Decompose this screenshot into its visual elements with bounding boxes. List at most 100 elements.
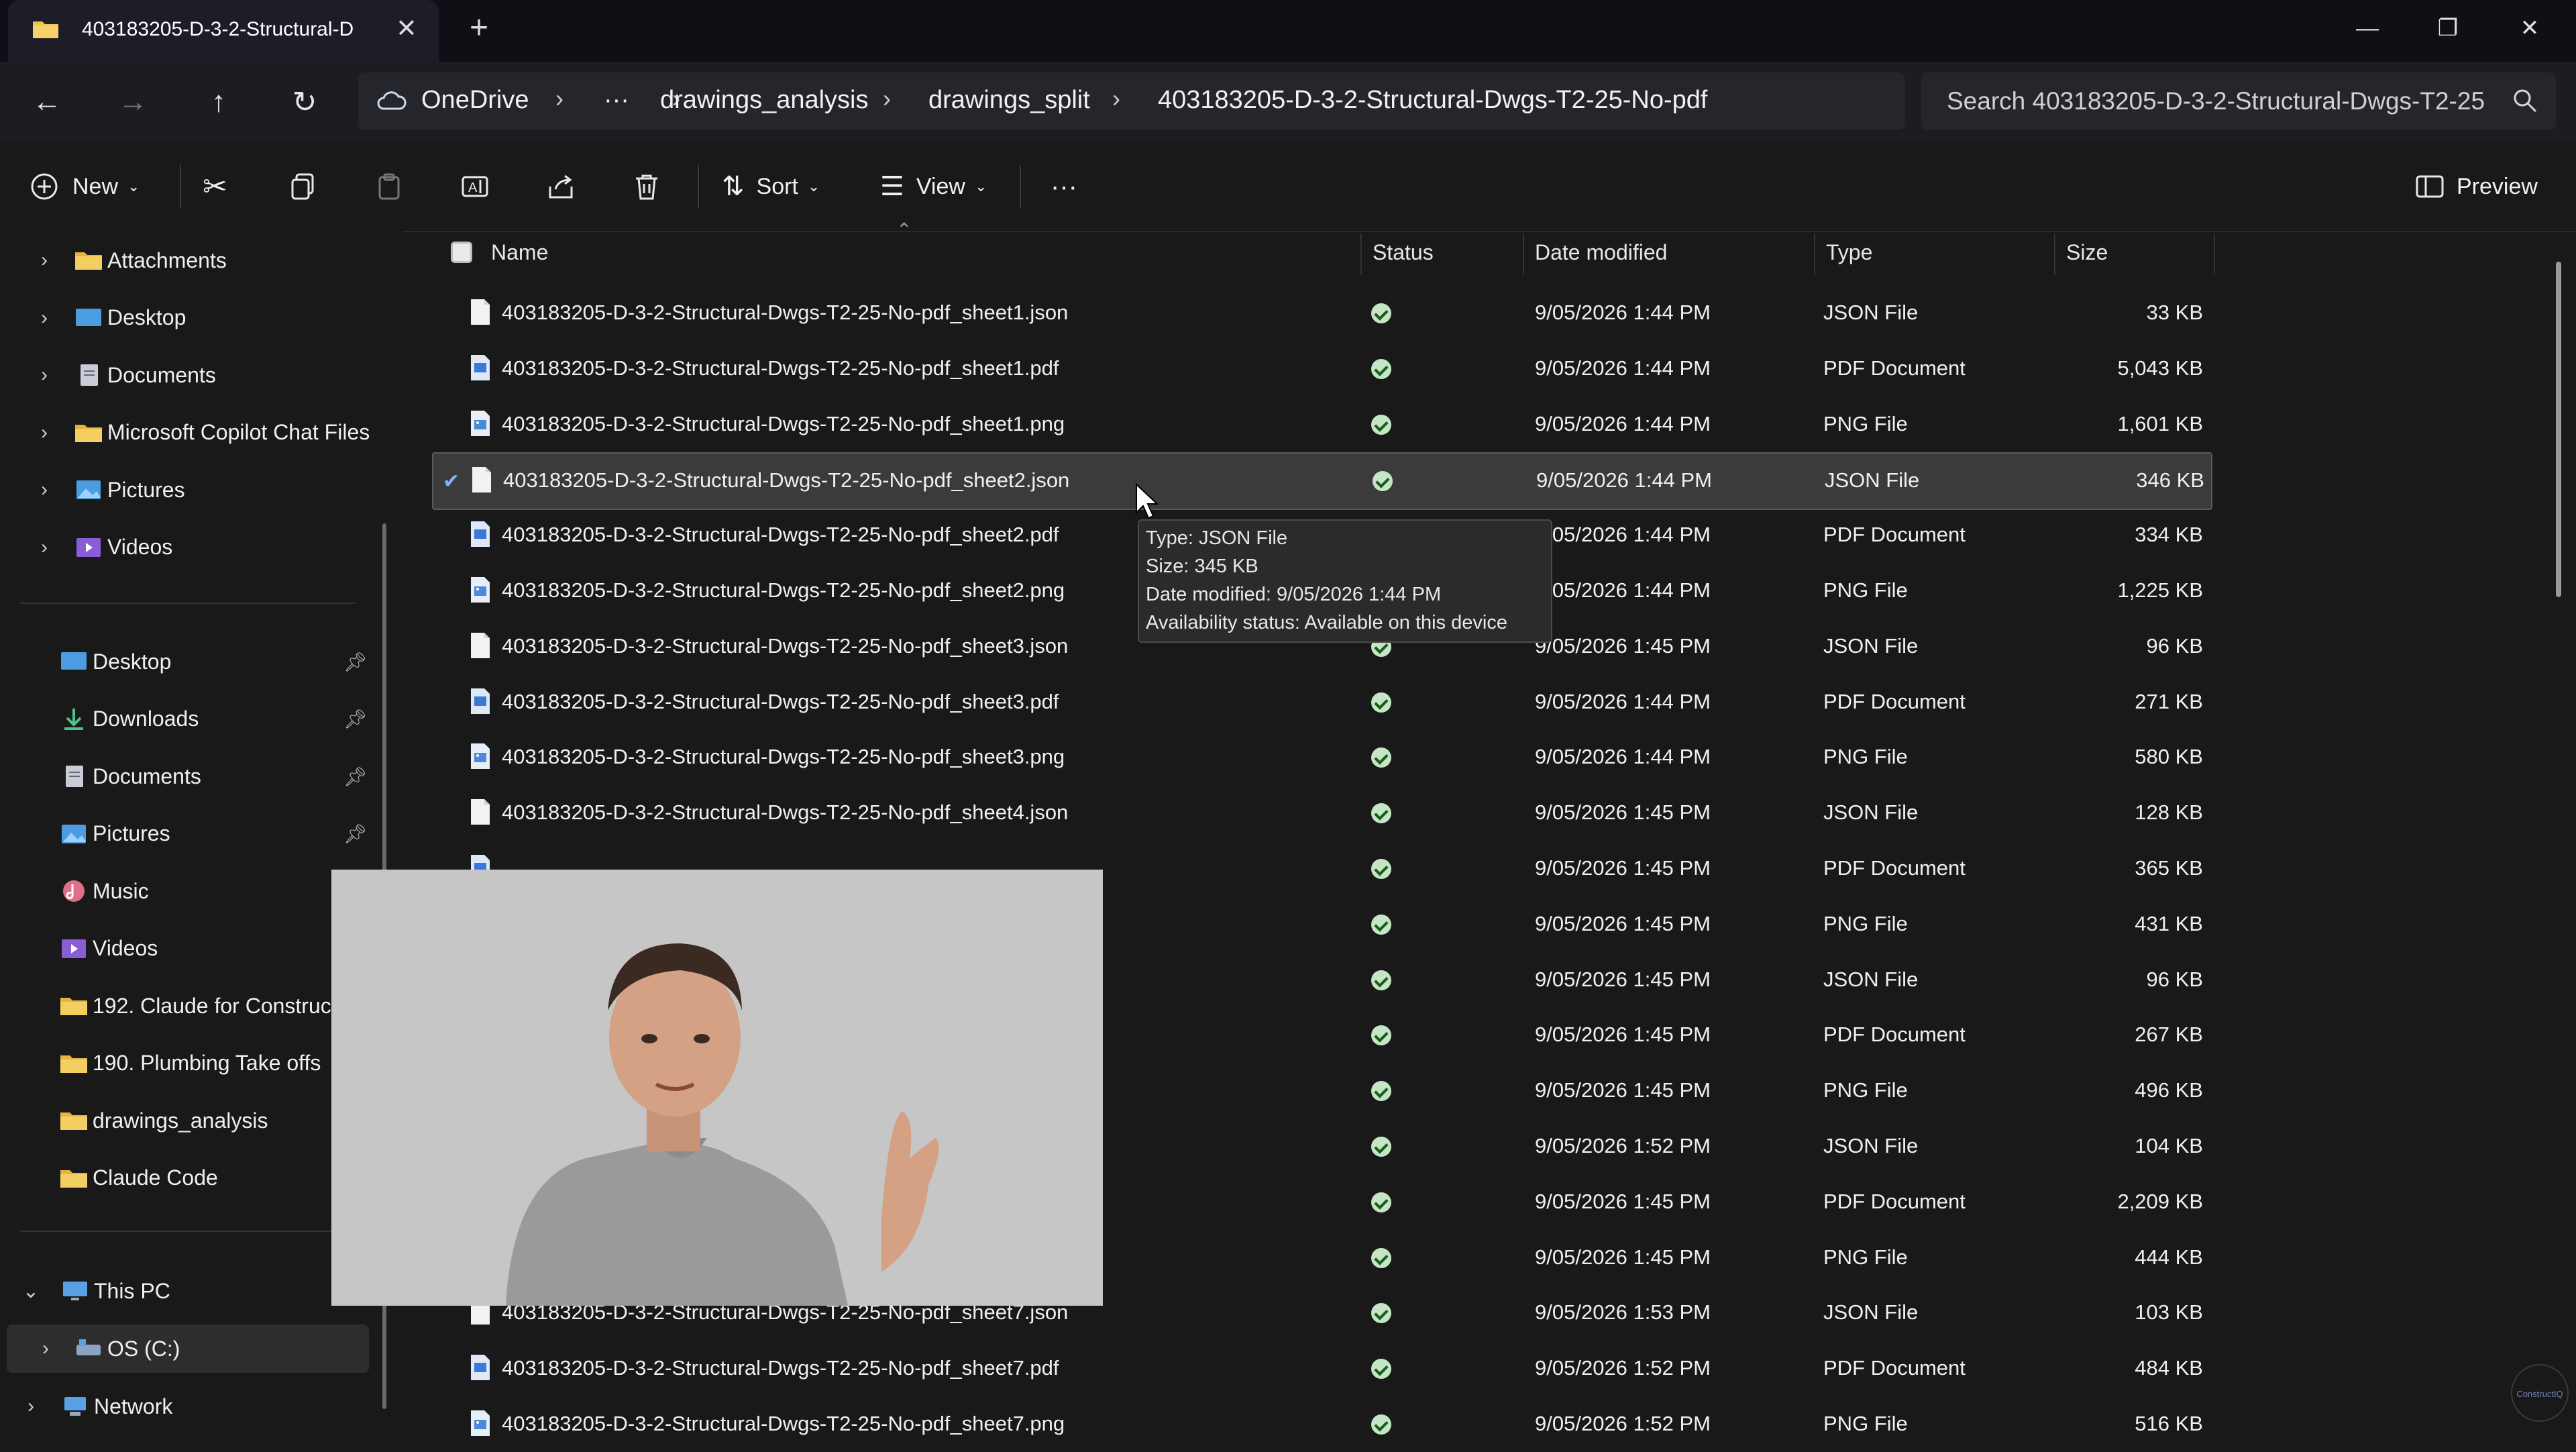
sidebar-item-microsoft-copilot-chat-files[interactable]: › Microsoft Copilot Chat Files <box>0 409 376 457</box>
json-file-icon <box>470 631 491 660</box>
up-button[interactable]: ↑ <box>192 75 246 129</box>
sidebar-item-os-drive[interactable]: › OS (C:) <box>7 1325 369 1373</box>
breadcrumb-overflow[interactable]: ··· <box>604 86 629 115</box>
more-options-button[interactable]: ··· <box>1051 165 1077 208</box>
sort-label: Sort <box>756 173 798 199</box>
sidebar-item-network[interactable]: › Network <box>0 1382 376 1431</box>
file-row[interactable]: 403183205-D-3-2-Structural-Dwgs-T2-25-No… <box>432 342 2210 397</box>
image-file-icon <box>470 576 491 604</box>
file-row[interactable]: 403183205-D-3-2-Structural-Dwgs-T2-25-No… <box>432 1341 2210 1396</box>
status-synced-icon <box>1371 803 1391 824</box>
quick-access-claude-code[interactable]: Claude Code <box>0 1154 376 1202</box>
sidebar-item-documents[interactable]: › Documents <box>0 351 376 399</box>
webcam-overlay <box>331 870 1103 1306</box>
tab-title: 403183205-D-3-2-Structural-D <box>82 18 354 40</box>
file-size: 271 KB <box>2135 689 2203 713</box>
sidebar-item-label: Documents <box>107 362 216 387</box>
chevron-down-icon: ⌄ <box>22 1280 40 1302</box>
rename-button[interactable]: A <box>460 165 490 208</box>
file-list-scrollbar[interactable] <box>2556 262 2561 597</box>
new-button[interactable]: New ⌄ <box>30 165 140 208</box>
back-button[interactable]: ← <box>20 75 74 129</box>
file-type: JSON File <box>1825 468 1920 492</box>
file-type: PDF Document <box>1823 1189 1966 1213</box>
file-type: PNG File <box>1823 1245 1908 1269</box>
sort-button[interactable]: ⇅ Sort ⌄ <box>722 165 820 208</box>
file-size: 484 KB <box>2135 1356 2203 1380</box>
column-header-date-modified[interactable]: Date modified <box>1535 240 1667 265</box>
column-header-status[interactable]: Status <box>1373 240 1434 265</box>
file-row[interactable]: 403183205-D-3-2-Structural-Dwgs-T2-25-No… <box>432 397 2210 452</box>
quick-access-videos[interactable]: Videos <box>0 925 376 973</box>
view-button[interactable]: ☰ View ⌄ <box>880 165 987 208</box>
file-row[interactable]: 403183205-D-3-2-Structural-Dwgs-T2-25-No… <box>432 786 2210 841</box>
copy-button[interactable] <box>288 165 318 208</box>
column-header-type[interactable]: Type <box>1826 240 1872 265</box>
status-synced-icon <box>1371 1025 1391 1046</box>
file-name: 403183205-D-3-2-Structural-Dwgs-T2-25-No… <box>502 633 1069 658</box>
new-tab-button[interactable]: + <box>470 9 488 46</box>
quick-access-downloads[interactable]: Downloads 📌︎ <box>0 695 376 743</box>
quick-access-190-plumbing-take-offs[interactable]: 190. Plumbing Take offs <box>0 1039 376 1088</box>
sidebar-item-attachments[interactable]: › Attachments <box>0 236 376 284</box>
quick-access-label: 192. Claude for Construc <box>93 993 331 1018</box>
file-date: 9/05/2026 1:45 PM <box>1535 1078 1711 1102</box>
column-divider <box>2214 234 2215 275</box>
quick-access-drawings-analysis[interactable]: drawings_analysis <box>0 1096 376 1145</box>
sidebar-item-label: Pictures <box>107 477 185 502</box>
breadcrumb-drawings-split[interactable]: drawings_split <box>928 86 1090 115</box>
sidebar-item-this-pc[interactable]: ⌄ This PC <box>0 1267 376 1315</box>
file-row[interactable]: ✔ 403183205-D-3-2-Structural-Dwgs-T2-25-N… <box>432 452 2212 511</box>
refresh-button[interactable]: ↻ <box>278 75 331 129</box>
column-divider <box>1360 234 1362 275</box>
file-row[interactable]: 403183205-D-3-2-Structural-Dwgs-T2-25-No… <box>432 730 2210 785</box>
quick-access-pictures[interactable]: Pictures 📌︎ <box>0 810 376 858</box>
json-file-icon <box>470 298 491 326</box>
sidebar-item-label: Attachments <box>107 248 227 272</box>
sidebar-item-desktop[interactable]: › Desktop <box>0 294 376 342</box>
quick-access-label: Claude Code <box>93 1165 218 1190</box>
computer-icon <box>63 1282 87 1300</box>
file-row[interactable]: 403183205-D-3-2-Structural-Dwgs-T2-25-No… <box>432 1397 2210 1452</box>
file-row[interactable]: 403183205-D-3-2-Structural-Dwgs-T2-25-No… <box>432 286 2210 341</box>
sidebar-item-videos[interactable]: › Videos <box>0 523 376 572</box>
pdf-file-icon <box>470 354 491 382</box>
column-header-name[interactable]: Name <box>491 240 548 265</box>
maximize-button[interactable]: ❐ <box>2424 8 2471 48</box>
file-type: JSON File <box>1823 800 1919 825</box>
close-window-button[interactable]: ✕ <box>2506 8 2553 48</box>
row-checkbox-checked[interactable]: ✔ <box>443 470 464 492</box>
column-header-size[interactable]: Size <box>2066 240 2108 265</box>
cut-button[interactable]: ✂ <box>203 165 227 208</box>
delete-button[interactable] <box>632 165 661 208</box>
preview-pane-button[interactable]: Preview <box>2415 165 2538 208</box>
share-button[interactable] <box>546 165 576 208</box>
minimize-button[interactable]: — <box>2344 8 2391 48</box>
pictures-icon <box>59 822 89 846</box>
quick-access-192-claude-for-construc[interactable]: 192. Claude for Construc <box>0 982 376 1030</box>
breadcrumb-onedrive[interactable]: OneDrive <box>421 86 529 115</box>
forward-button[interactable]: → <box>106 75 160 129</box>
search-box[interactable]: Search 403183205-D-3-2-Structural-Dwgs-T… <box>1921 72 2556 130</box>
file-date: 9/05/2026 1:52 PM <box>1535 1356 1711 1380</box>
sidebar-item-pictures[interactable]: › Pictures <box>0 466 376 514</box>
search-input[interactable]: Search 403183205-D-3-2-Structural-Dwgs-T… <box>1947 87 2504 115</box>
quick-access-documents[interactable]: Documents 📌︎ <box>0 752 376 800</box>
chevron-right-icon: › <box>42 1337 49 1359</box>
breadcrumb-drawings-analysis[interactable]: drawings_analysis <box>660 86 869 115</box>
quick-access-label: Videos <box>93 936 158 960</box>
quick-access-music[interactable]: Music <box>0 867 376 915</box>
chevron-right-icon: › <box>41 535 48 558</box>
tab-close-button[interactable]: ✕ <box>396 13 417 44</box>
status-synced-icon <box>1371 1137 1391 1157</box>
select-all-checkbox[interactable] <box>451 242 472 263</box>
pictures-icon <box>74 478 103 502</box>
breadcrumb-current-folder[interactable]: 403183205-D-3-2-Structural-Dwgs-T2-25-No… <box>1158 86 1707 115</box>
file-size: 1,225 KB <box>2117 578 2203 602</box>
tab-active[interactable]: 403183205-D-3-2-Structural-D ✕ <box>8 0 439 62</box>
file-row[interactable]: 403183205-D-3-2-Structural-Dwgs-T2-25-No… <box>432 675 2210 730</box>
svg-text:ConstructIQ: ConstructIQ <box>2516 1389 2563 1399</box>
status-synced-icon <box>1371 414 1391 435</box>
paste-button[interactable] <box>374 165 404 208</box>
quick-access-desktop[interactable]: Desktop 📌︎ <box>0 637 376 686</box>
